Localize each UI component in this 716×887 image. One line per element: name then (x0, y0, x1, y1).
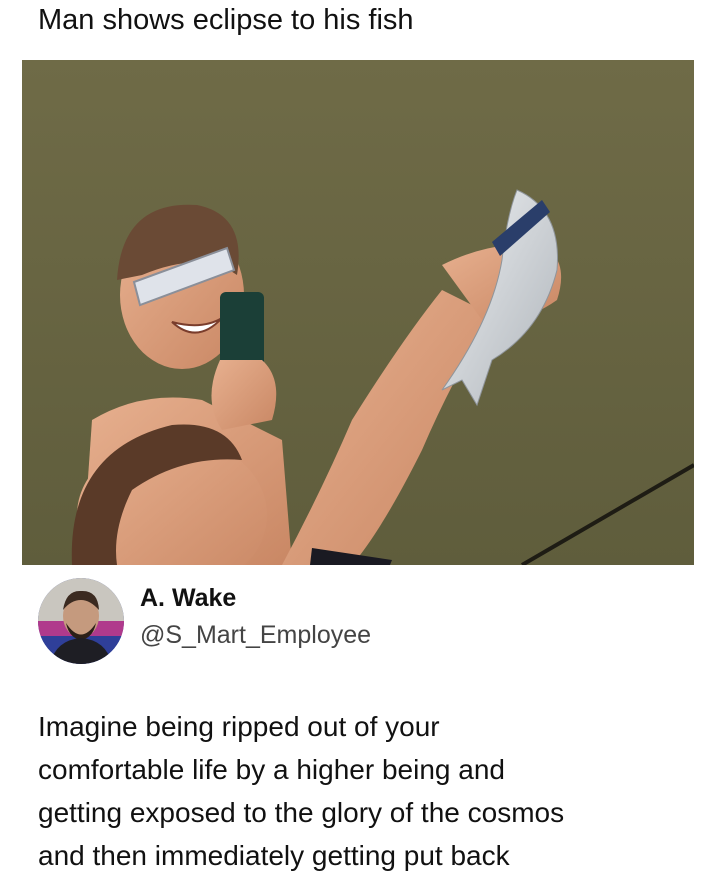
avatar-photo-icon (38, 578, 124, 664)
post-text-line: Imagine being ripped out of your (38, 711, 440, 742)
post-text-line: comfortable life by a higher being and (38, 754, 505, 785)
post-card: A. Wake @S_Mart_Employee Imagine being r… (22, 565, 694, 887)
meme-caption: Man shows eclipse to his fish (38, 4, 414, 36)
photo-men-holding-fish-icon (22, 60, 694, 565)
post-text: Imagine being ripped out of your comfort… (38, 705, 688, 877)
post-text-line: getting exposed to the glory of the cosm… (38, 797, 565, 828)
display-name[interactable]: A. Wake (140, 584, 236, 613)
user-handle[interactable]: @S_Mart_Employee (140, 621, 371, 650)
post-text-line: and then immediately getting put back (38, 840, 510, 871)
meme-photo (22, 60, 694, 565)
avatar[interactable] (38, 578, 124, 664)
